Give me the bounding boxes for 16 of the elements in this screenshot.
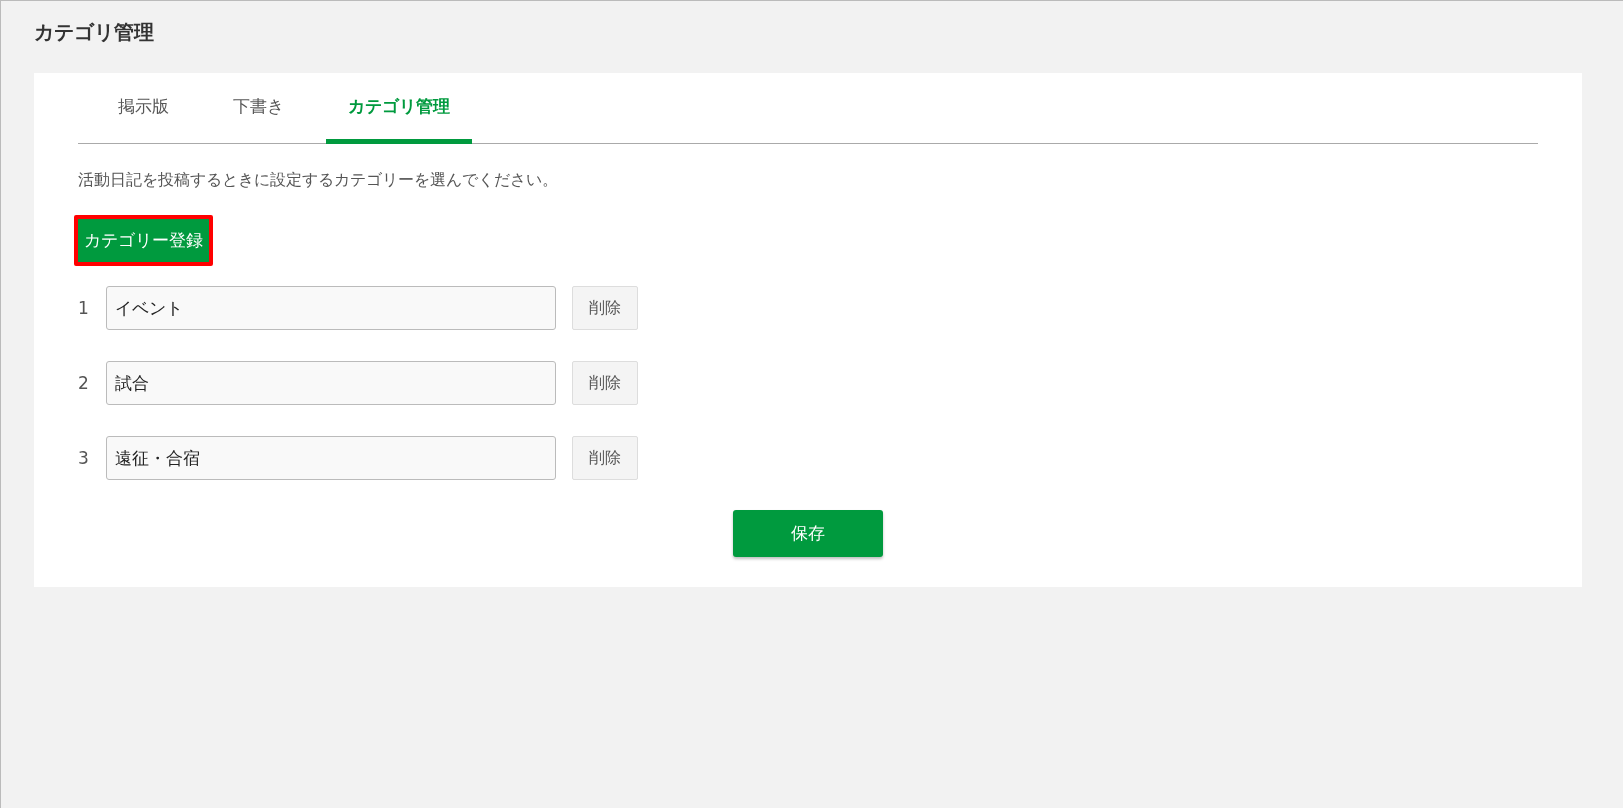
delete-button[interactable]: 削除	[572, 286, 638, 330]
row-number: 3	[78, 448, 90, 468]
row-number: 1	[78, 298, 90, 318]
tab[interactable]: 掲示版	[96, 73, 191, 144]
tab[interactable]: 下書き	[211, 73, 306, 144]
category-name-field[interactable]: 遠征・合宿	[106, 436, 556, 480]
delete-button[interactable]: 削除	[572, 361, 638, 405]
tab[interactable]: カテゴリ管理	[326, 73, 472, 144]
description-text: 活動日記を投稿するときに設定するカテゴリーを選んでください。	[78, 170, 559, 191]
category-name-field[interactable]: イベント	[106, 286, 556, 330]
row-number: 2	[78, 373, 90, 393]
category-name-field[interactable]: 試合	[106, 361, 556, 405]
delete-button[interactable]: 削除	[572, 436, 638, 480]
save-button[interactable]: 保存	[733, 510, 883, 557]
register-category-button[interactable]: カテゴリー登録	[74, 215, 213, 266]
page-title: カテゴリ管理	[34, 19, 155, 46]
